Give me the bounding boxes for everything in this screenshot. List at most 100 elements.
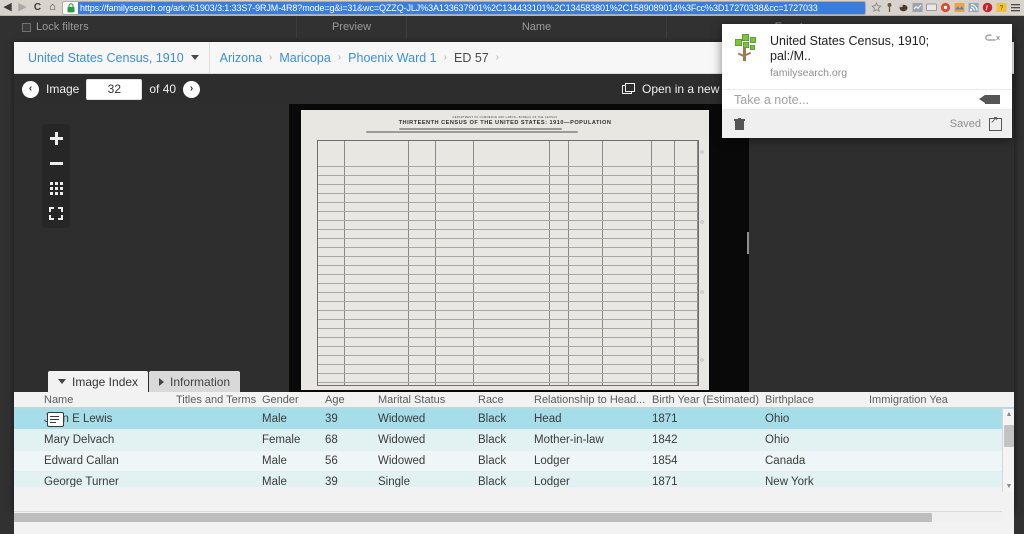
- table-row[interactable]: George Turner Male 39 Single Black Lodge…: [14, 472, 1014, 487]
- record-document-icon[interactable]: [47, 412, 64, 427]
- url-text[interactable]: https://familysearch.org/ark:/61903/3:1:…: [78, 1, 865, 14]
- cell-gender: Male: [262, 476, 287, 487]
- document-handwriting-header: [301, 128, 709, 139]
- extension-icon-3[interactable]: [911, 1, 924, 14]
- table-header-row: Name Titles and Terms Gender Age Marital…: [14, 392, 1014, 409]
- forward-arrow-icon[interactable]: ▶: [15, 0, 30, 16]
- image-number-input[interactable]: 32: [86, 78, 143, 100]
- column-header-marital[interactable]: Marital Status: [378, 394, 478, 406]
- extension-icon-5[interactable]: [939, 1, 952, 14]
- open-external-icon[interactable]: [989, 115, 1002, 131]
- cell-race: Black: [478, 434, 507, 446]
- keep-note-popup: United States Census, 1910; pal:/M.. fam…: [722, 24, 1012, 138]
- cell-race: Black: [478, 413, 507, 425]
- document-grid-rows: [318, 141, 698, 385]
- breadcrumb-collection-label: United States Census, 1910: [28, 50, 184, 65]
- extension-icon-6[interactable]: [953, 1, 966, 14]
- extension-icon-4[interactable]: [925, 1, 938, 14]
- lock-filters-checkbox[interactable]: [22, 22, 31, 32]
- reload-icon[interactable]: C: [30, 0, 45, 16]
- column-header-birthplace[interactable]: Birthplace: [765, 394, 869, 406]
- column-header-gender[interactable]: Gender: [262, 394, 325, 406]
- caret-down-icon: [58, 379, 66, 384]
- breadcrumb-separator-icon: ›: [269, 52, 273, 63]
- breadcrumb-separator-icon: ›: [337, 52, 342, 63]
- table-row[interactable]: Mary Delvach Female 68 Widowed Black Mot…: [14, 430, 1014, 451]
- trash-icon[interactable]: [734, 118, 745, 130]
- extension-icon-7[interactable]: [967, 1, 980, 14]
- image-stage[interactable]: DEPARTMENT OF COMMERCE AND LABOR—BUREAU …: [14, 104, 1014, 392]
- image-total-label: of 40: [149, 82, 177, 96]
- home-icon[interactable]: ⌂: [45, 0, 60, 16]
- extension-icon-1[interactable]: [883, 1, 896, 14]
- cell-relationship: Mother-in-law: [534, 434, 604, 446]
- menu-icon[interactable]: [1009, 1, 1022, 14]
- document-title-line: THIRTEENTH CENSUS OF THE UNITED STATES: …: [398, 120, 612, 126]
- screenshot-root: ◀ ▶ C ⌂ https://familysearch.org/ark:/61…: [0, 0, 1024, 534]
- previous-image-button[interactable]: ‹: [22, 80, 39, 98]
- keep-note-input[interactable]: Take a note...: [722, 89, 1012, 110]
- keep-note-title: United States Census, 1910; pal:/M..: [770, 34, 930, 63]
- cell-relationship: Head: [534, 413, 562, 425]
- tab-information[interactable]: Information: [149, 371, 241, 392]
- column-header-age[interactable]: Age: [325, 394, 378, 406]
- horizontal-scroll-thumb[interactable]: [14, 513, 932, 522]
- tab-information-label: Information: [170, 374, 231, 389]
- cell-marital: Widowed: [378, 434, 426, 446]
- open-in-new-window-button[interactable]: Open in a new: [622, 82, 719, 96]
- breadcrumb-separator-icon: ›: [443, 52, 447, 63]
- table-horizontal-scrollbar[interactable]: [14, 511, 1002, 522]
- column-header-birth-year[interactable]: Birth Year (Estimated): [652, 394, 765, 406]
- bg-column-preview: Preview: [296, 16, 406, 38]
- keep-note-host: familysearch.org: [770, 67, 848, 79]
- breadcrumb-collection[interactable]: United States Census, 1910: [28, 41, 210, 74]
- extension-icon-9[interactable]: ?: [995, 1, 1008, 14]
- back-arrow-icon[interactable]: ◀: [0, 0, 15, 16]
- breadcrumb-item-ward[interactable]: Phoenix Ward 1: [348, 51, 436, 65]
- lock-filters-label: Lock filters: [36, 21, 89, 33]
- lock-filters-control[interactable]: Lock filters: [0, 21, 296, 33]
- cell-birthplace: Canada: [765, 455, 806, 467]
- extension-icon-8[interactable]: [981, 1, 994, 14]
- breadcrumb-item-state[interactable]: Arizona: [220, 51, 262, 65]
- column-header-race[interactable]: Race: [478, 394, 534, 406]
- grid-thumbnails-icon[interactable]: [44, 178, 68, 199]
- cell-marital: Single: [378, 476, 410, 487]
- film-frame: DEPARTMENT OF COMMERCE AND LABOR—BUREAU …: [289, 104, 793, 392]
- table-row[interactable]: John E Lewis Male 39 Widowed Black Head …: [14, 409, 1014, 430]
- keep-footer: Saved: [722, 110, 1012, 138]
- column-header-relationship[interactable]: Relationship to Head...: [534, 394, 652, 406]
- document-department-line: DEPARTMENT OF COMMERCE AND LABOR—BUREAU …: [452, 116, 558, 119]
- column-header-name[interactable]: Name: [44, 394, 176, 406]
- caret-right-icon: [159, 377, 165, 386]
- address-bar[interactable]: https://familysearch.org/ark:/61903/3:1:…: [62, 0, 866, 15]
- bookmark-star-icon[interactable]: [869, 2, 883, 13]
- table-vertical-scrollbar[interactable]: ▲ ▼: [1002, 409, 1014, 492]
- cell-age: 39: [325, 413, 338, 425]
- breadcrumb-item-county[interactable]: Maricopa: [279, 51, 330, 65]
- vertical-scroll-thumb[interactable]: [1004, 425, 1014, 447]
- next-image-button[interactable]: ›: [183, 80, 201, 98]
- bg-column-name: Name: [406, 16, 666, 38]
- breadcrumb-separator-icon: ›: [495, 52, 500, 63]
- extension-icon-2[interactable]: [897, 1, 910, 14]
- tab-image-index[interactable]: Image Index: [48, 371, 149, 392]
- zoom-in-icon[interactable]: [44, 128, 68, 149]
- column-header-titles[interactable]: Titles and Terms: [176, 394, 262, 406]
- column-header-immigration[interactable]: Immigration Yea: [869, 394, 969, 406]
- scroll-up-arrow-icon[interactable]: ▲: [1003, 409, 1015, 420]
- svg-text:?: ?: [1000, 5, 1004, 12]
- scroll-down-arrow-icon[interactable]: ▼: [1003, 481, 1015, 492]
- table-row[interactable]: Edward Callan Male 56 Widowed Black Lodg…: [14, 451, 1014, 472]
- census-document-image[interactable]: DEPARTMENT OF COMMERCE AND LABOR—BUREAU …: [301, 110, 709, 390]
- zoom-out-icon[interactable]: [44, 153, 68, 174]
- cell-birth-year: 1871: [652, 476, 678, 487]
- unlink-icon[interactable]: [982, 34, 1002, 49]
- breadcrumb-item-ed[interactable]: ED 57: [454, 51, 489, 65]
- document-table-grid: [317, 140, 699, 386]
- stage-right-gutter: [749, 104, 1014, 392]
- label-tag-icon[interactable]: [979, 95, 1000, 104]
- cell-race: Black: [478, 455, 507, 467]
- fullscreen-icon[interactable]: [44, 203, 68, 224]
- cell-gender: Male: [262, 455, 287, 467]
